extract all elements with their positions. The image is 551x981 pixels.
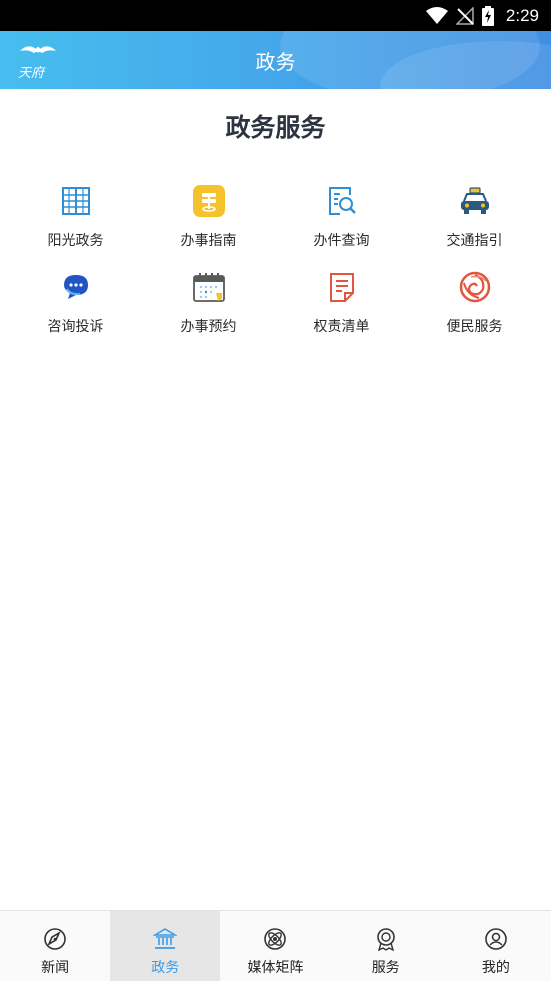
bottom-nav: 新闻 政务 媒体矩阵 服务 我的 (0, 910, 551, 981)
award-badge-icon (374, 927, 398, 951)
service-responsibility-list[interactable]: 权责清单 (275, 262, 408, 342)
spiral-emblem-icon (456, 268, 494, 306)
service-label: 交通指引 (446, 233, 503, 249)
service-label: 阳光政务 (47, 233, 104, 249)
page-title: 政务 (255, 51, 296, 74)
government-building-icon (153, 927, 178, 951)
tab-label: 新闻 (41, 960, 70, 976)
app-header: 天府 政务 (0, 31, 551, 89)
tab-label: 我的 (481, 960, 510, 976)
service-label: 便民服务 (446, 319, 503, 335)
tab-news[interactable]: 新闻 (0, 911, 110, 981)
media-orbit-icon (263, 927, 287, 951)
no-signal-icon (455, 6, 474, 25)
chat-bubble-icon (57, 268, 95, 306)
status-bar: 2:29 (0, 0, 551, 31)
service-sunshine-affairs[interactable]: 阳光政务 (9, 176, 142, 256)
compass-icon (43, 927, 67, 951)
tab-profile[interactable]: 我的 (441, 911, 551, 981)
service-label: 办件查询 (313, 233, 370, 249)
service-consult-complain[interactable]: 咨询投诉 (9, 262, 142, 342)
building-grid-icon (57, 182, 95, 220)
tab-services[interactable]: 服务 (331, 911, 441, 981)
tab-government[interactable]: 政务 (110, 911, 221, 981)
taxi-icon (456, 182, 494, 220)
service-case-query[interactable]: 办件查询 (275, 176, 408, 256)
service-label: 咨询投诉 (47, 319, 104, 335)
tab-label: 媒体矩阵 (247, 960, 304, 976)
calendar-icon (190, 268, 228, 306)
tab-label: 服务 (371, 960, 400, 976)
service-guide[interactable]: 办事指南 (142, 176, 275, 256)
status-time: 2:29 (505, 5, 539, 25)
document-search-icon (323, 182, 361, 220)
service-label: 办事指南 (180, 233, 237, 249)
service-traffic-guide[interactable]: 交通指引 (408, 176, 541, 256)
service-convenience[interactable]: 便民服务 (408, 262, 541, 342)
signpost-icon (190, 182, 228, 220)
service-label: 权责清单 (313, 319, 370, 335)
tab-label: 政务 (151, 960, 180, 976)
wifi-icon (425, 6, 448, 25)
section-title: 政务服务 (225, 113, 326, 142)
user-profile-icon (484, 927, 508, 951)
tab-media-matrix[interactable]: 媒体矩阵 (220, 911, 330, 981)
battery-charging-icon (481, 5, 494, 26)
checklist-icon (323, 268, 361, 306)
service-grid: 阳光政务 办事指南 办件查询 交通指引 咨询投诉 办事预约 权责清单 便民服务 (9, 176, 542, 342)
service-label: 办事预约 (180, 319, 237, 335)
service-appointment[interactable]: 办事预约 (142, 262, 275, 342)
